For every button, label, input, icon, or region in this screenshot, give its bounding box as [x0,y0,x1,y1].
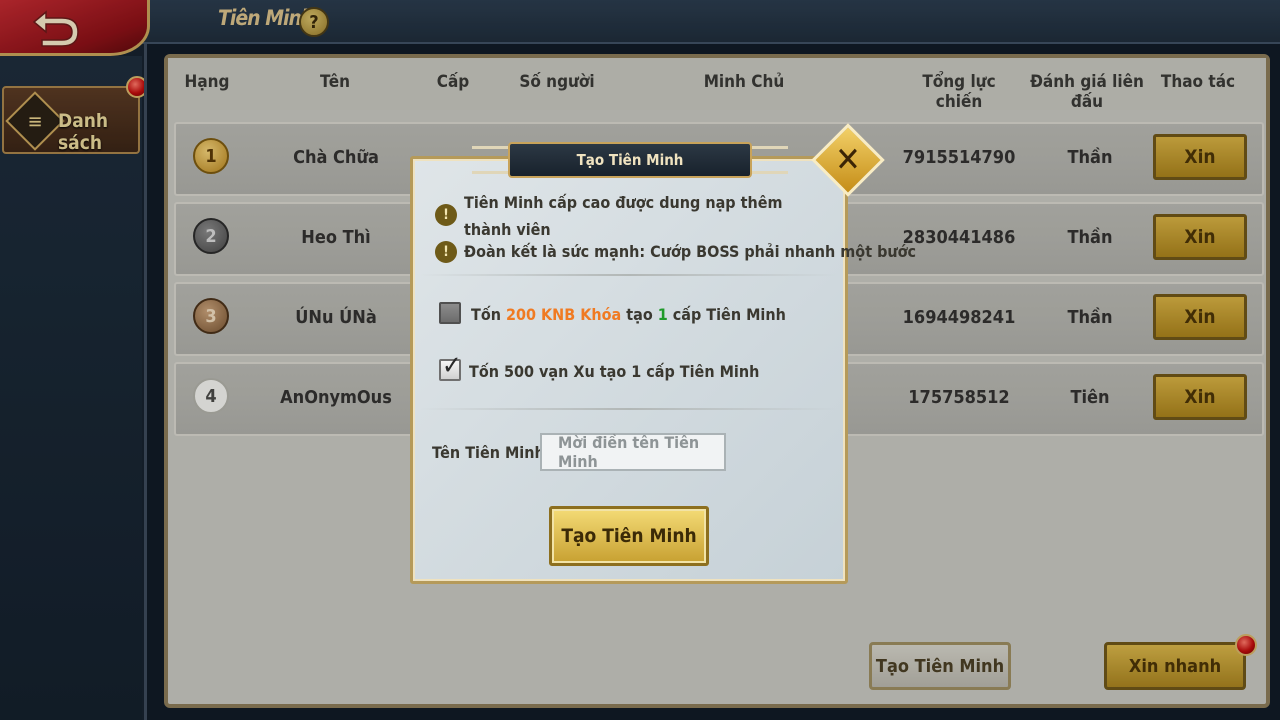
title-ornament-left [472,146,512,174]
exclamation-icon: ! [435,204,457,226]
checkmark-icon: ✓ [442,351,462,381]
option-xu-label: Tốn 500 vạn Xu tạo 1 cấp Tiên Minh [469,362,760,381]
title-ornament-right [748,146,788,174]
guild-name-input[interactable]: Mời điền tên Tiên Minh [540,433,726,471]
note-line: Tiên Minh cấp cao được dung nạp thêm [464,193,783,212]
option-knb-checkbox[interactable] [439,302,461,324]
option-xu-checkbox[interactable]: ✓ [439,351,462,381]
option-knb-label: Tốn 200 KNB Khóa tạo 1 cấp Tiên Minh [471,305,786,324]
dialog-title: Tạo Tiên Minh [508,142,752,178]
note-line: Đoàn kết là sức mạnh: Cướp BOSS phải nha… [464,242,917,261]
divider [420,274,838,276]
note-line: thành viên [464,220,551,239]
guild-name-label: Tên Tiên Minh: [432,443,551,462]
submit-create-button[interactable]: Tạo Tiên Minh [549,506,709,566]
exclamation-icon: ! [435,241,457,263]
close-icon: ✕ [835,140,861,180]
divider [420,408,838,410]
